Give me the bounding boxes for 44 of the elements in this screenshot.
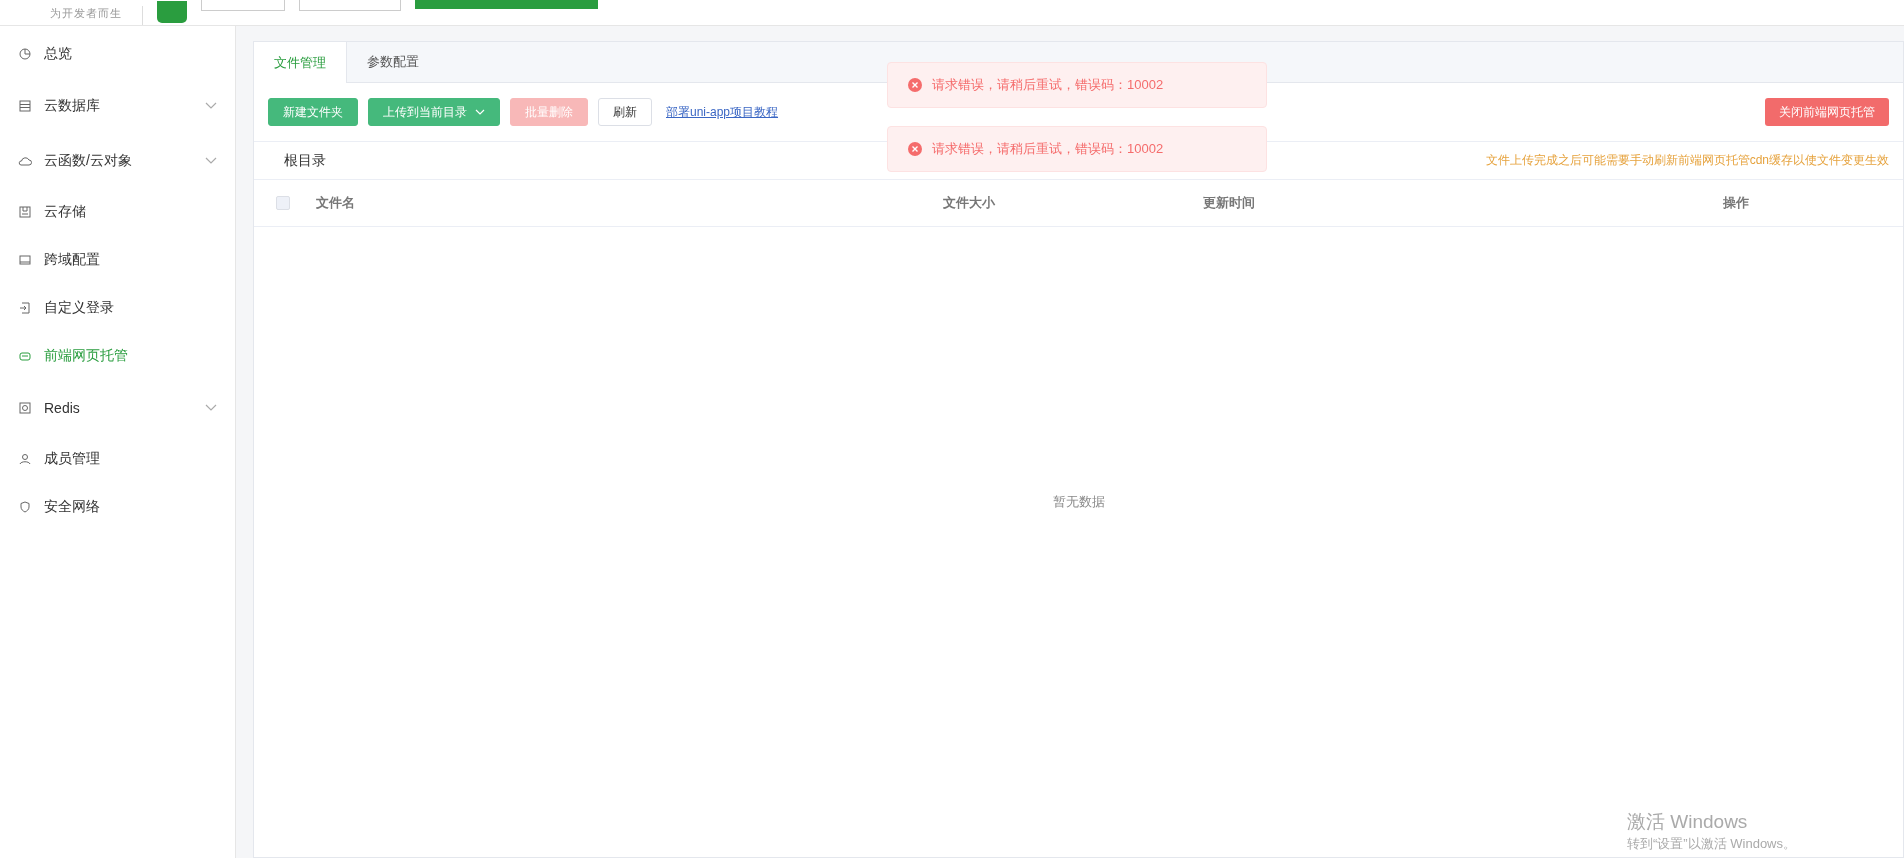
button[interactable]: 刷新	[598, 98, 652, 126]
sidebar-item[interactable]: 云数据库	[0, 78, 235, 133]
column-header: 文件大小	[943, 195, 995, 210]
column-header: 更新时间	[1203, 195, 1255, 210]
error-icon	[908, 78, 922, 92]
sidebar-item[interactable]: 云存储	[0, 188, 235, 236]
breadcrumb[interactable]: 根目录	[284, 151, 326, 170]
column-header: 文件名	[316, 195, 355, 210]
sidebar-item[interactable]: 前端网页托管	[0, 332, 235, 380]
sidebar-item[interactable]: 总览	[0, 30, 235, 78]
space-select[interactable]	[299, 0, 401, 11]
pie-chart-icon	[18, 47, 32, 61]
logo-tagline: 为开发者而生	[30, 6, 143, 25]
column-header: 操作	[1723, 195, 1749, 210]
sidebar-item[interactable]: 自定义登录	[0, 284, 235, 332]
select-all-checkbox[interactable]	[276, 196, 290, 210]
chevron-down-icon	[205, 156, 217, 165]
login-icon	[18, 301, 32, 315]
error-message: 请求错误，请稍后重试，错误码：10002	[932, 140, 1164, 158]
database-icon	[18, 400, 32, 415]
notice-text: 文件上传完成之后可能需要手动刷新前端网页托管cdn缓存以使文件变更生效	[1485, 152, 1889, 169]
monitor-icon	[18, 253, 32, 267]
list-icon	[18, 98, 32, 113]
web-host-icon	[18, 349, 32, 363]
sidebar-item[interactable]: 成员管理	[0, 435, 235, 483]
tab[interactable]: 文件管理	[254, 42, 347, 83]
sidebar-item[interactable]: 跨域配置	[0, 236, 235, 284]
sidebar-item[interactable]: Redis	[0, 380, 235, 435]
chevron-down-icon	[205, 403, 217, 412]
shield-icon	[18, 500, 32, 514]
empty-text: 暂无数据	[1052, 493, 1105, 511]
service-select[interactable]	[201, 0, 285, 11]
logo	[157, 1, 187, 23]
chevron-down-icon	[205, 101, 217, 110]
activation-title: 激活 Windows	[1627, 810, 1749, 834]
sidebar-item[interactable]: 安全网络	[0, 483, 235, 531]
sidebar-item[interactable]: 云函数/云对象	[0, 133, 235, 188]
tab[interactable]: 参数配置	[347, 42, 439, 82]
activation-hint: 转到“设置”以激活 Windows。	[1627, 835, 1796, 853]
error-message: 请求错误，请稍后重试，错误码：10002	[932, 76, 1164, 94]
user-icon	[18, 452, 32, 466]
chevron-down-icon	[475, 109, 485, 115]
error-icon	[908, 142, 922, 156]
tutorial-link[interactable]: 部署uni-app项目教程	[666, 103, 779, 121]
